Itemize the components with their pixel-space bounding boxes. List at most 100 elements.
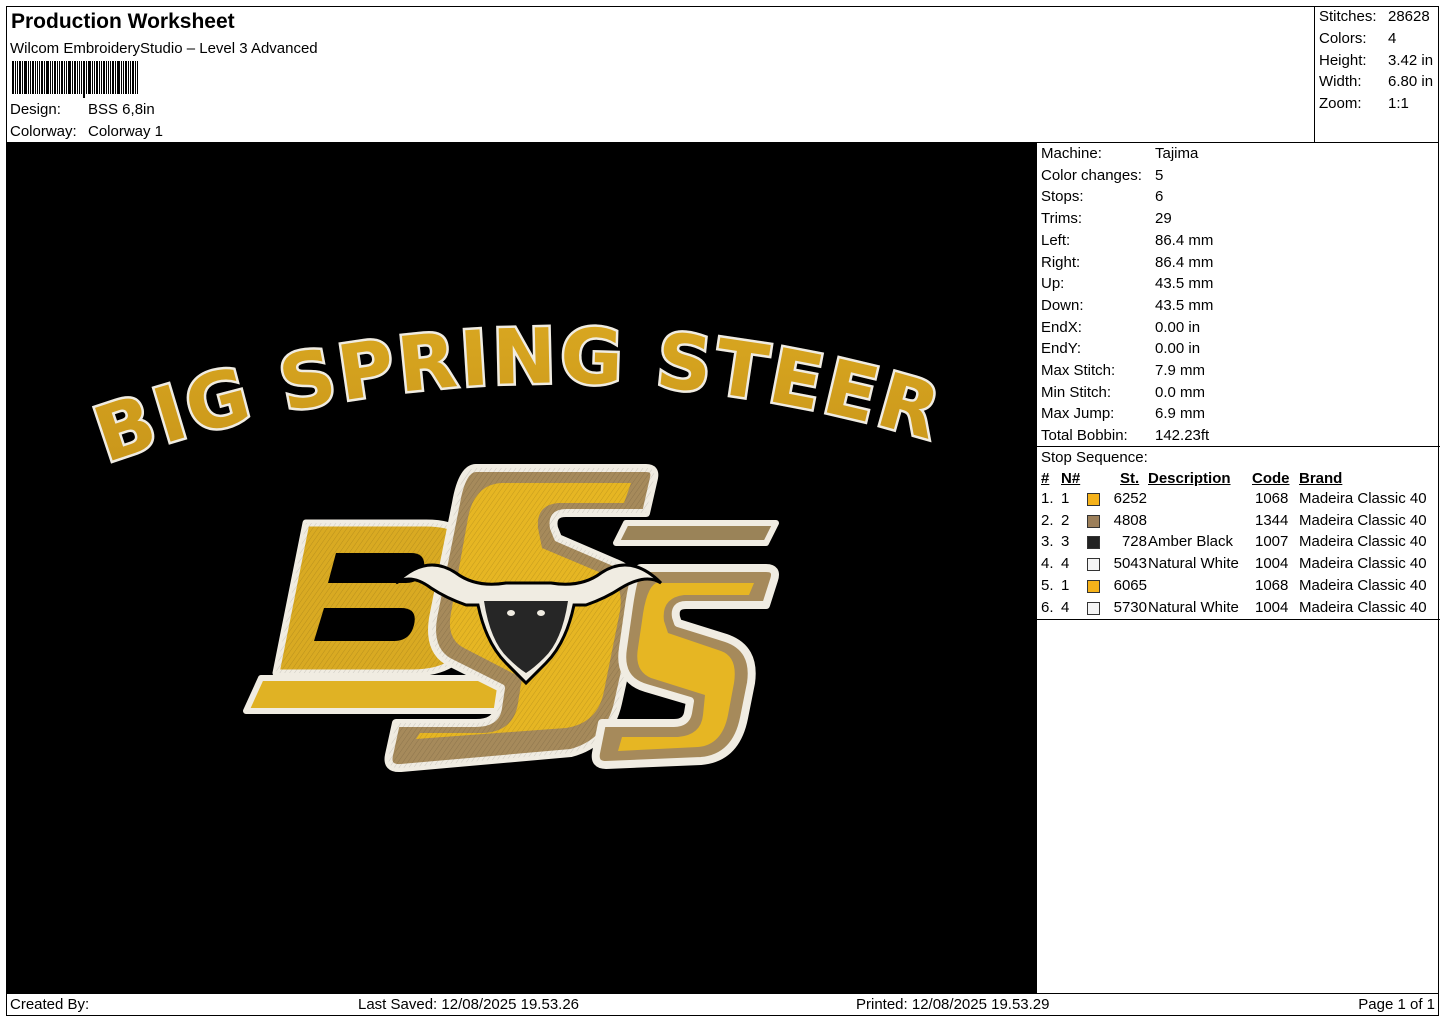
- row-index: 5.: [1041, 576, 1054, 594]
- row-code: 1068: [1255, 490, 1289, 507]
- colorway-value: Colorway 1: [88, 123, 164, 140]
- barcode-bar: [110, 61, 111, 94]
- row-brand: Madeira Classic 40: [1299, 598, 1427, 616]
- barcode-bar: [44, 61, 45, 94]
- row-brand: Madeira Classic 40: [1299, 533, 1427, 551]
- barcode-bar: [54, 61, 56, 94]
- info-value: 5: [1155, 166, 1164, 184]
- machine-info-row: Min Stitch: 0.0 mm: [1041, 384, 1205, 401]
- barcode-bar: [35, 61, 36, 94]
- row-stitches: 6252: [1113, 490, 1147, 507]
- col-header-brand: Brand: [1299, 470, 1343, 487]
- row-stitches: 728: [1121, 533, 1147, 551]
- barcode-bar: [137, 61, 138, 94]
- barcode-bar: [17, 61, 18, 94]
- info-value: 29: [1155, 210, 1172, 228]
- machine-info-row: Down: 43.5 mm: [1041, 297, 1213, 314]
- bss-monogram: [243, 464, 779, 773]
- stat-width: Width: 6.80 in: [1319, 73, 1434, 90]
- info-label: Machine:: [1041, 145, 1102, 162]
- info-value: 0.0 mm: [1155, 383, 1206, 401]
- stop-sequence-row: 2. 2 4808 1344 Madeira Classic 40: [1037, 512, 1440, 534]
- row-needle: 4: [1061, 598, 1070, 616]
- machine-info-row: Max Stitch: 7.9 mm: [1041, 362, 1205, 379]
- info-label: Trims:: [1041, 210, 1083, 228]
- barcode-bar: [19, 61, 21, 94]
- row-code: 1344: [1255, 511, 1289, 529]
- barcode-bar: [94, 61, 95, 94]
- design-label: Design:: [10, 101, 61, 118]
- row-code: 1007: [1255, 533, 1289, 551]
- info-value: 86.4 mm: [1155, 253, 1214, 271]
- info-value: Tajima: [1155, 145, 1199, 162]
- barcode-bar: [132, 61, 134, 94]
- barcode-bar: [88, 61, 91, 94]
- color-swatch: [1087, 579, 1100, 593]
- design-preview: BIG SPRING STEERS: [6, 143, 1036, 993]
- barcode-bar: [37, 61, 38, 94]
- barcode-bar: [52, 61, 53, 94]
- row-stitches: 4808: [1113, 511, 1147, 529]
- info-label: Total Bobbin:: [1041, 427, 1128, 445]
- info-label: EndX:: [1041, 318, 1082, 336]
- stop-sequence-title: Stop Sequence:: [1041, 449, 1148, 466]
- barcode-bar: [32, 61, 34, 94]
- barcode-bar: [15, 61, 16, 94]
- barcode: [12, 61, 202, 99]
- embroidery-design-image: BIG SPRING STEERS: [6, 143, 952, 773]
- barcode-bar: [112, 61, 114, 94]
- stat-zoom: Zoom: 1:1: [1319, 95, 1409, 112]
- design-value: BSS 6,8in: [88, 101, 155, 118]
- info-label: Left:: [1041, 231, 1071, 249]
- row-index: 2.: [1041, 511, 1054, 529]
- info-value: 7.9 mm: [1155, 362, 1206, 379]
- stats-box: Stitches: 28628 Colors: 4 Height: 3.42 in W…: [1314, 6, 1439, 143]
- color-swatch: [1087, 601, 1100, 615]
- barcode-bar: [74, 61, 76, 94]
- info-label: Down:: [1041, 296, 1084, 314]
- row-stitches: 5730: [1113, 598, 1147, 616]
- last-saved: Last Saved: 12/08/2025 19.53.26: [358, 996, 580, 1013]
- row-needle: 1: [1061, 490, 1070, 507]
- row-description: Natural White: [1148, 598, 1239, 616]
- row-stitches: 6065: [1113, 576, 1147, 594]
- row-index: 6.: [1041, 598, 1054, 616]
- row-needle: 3: [1061, 533, 1070, 551]
- row-description: Natural White: [1148, 555, 1239, 573]
- col-header-code: Code: [1252, 470, 1290, 487]
- machine-info-row: Trims: 29: [1041, 210, 1172, 227]
- arc-text: BIG SPRING STEERS: [6, 143, 952, 480]
- row-index: 1.: [1041, 490, 1054, 507]
- barcode-bar: [46, 61, 49, 94]
- machine-info-row: Left: 86.4 mm: [1041, 232, 1213, 249]
- stop-sequence-row: 5. 1 6065 1068 Madeira Classic 40: [1037, 577, 1440, 599]
- info-label: Max Stitch:: [1041, 362, 1116, 379]
- colorway-label: Colorway:: [10, 123, 77, 140]
- machine-info-row: Max Jump: 6.9 mm: [1041, 405, 1205, 422]
- colorway-field: Colorway: Colorway 1: [10, 123, 163, 140]
- stat-height: Height: 3.42 in: [1319, 52, 1434, 69]
- barcode-bar: [12, 61, 14, 94]
- barcode-bar: [121, 61, 122, 94]
- info-value: 0.00 in: [1155, 340, 1201, 358]
- barcode-bar: [108, 61, 109, 94]
- col-header-description: Description: [1148, 470, 1231, 487]
- stop-sequence-row: 4. 4 5043 Natural White 1004 Madeira Classic …: [1037, 555, 1440, 577]
- row-stitches: 5043: [1113, 555, 1147, 573]
- barcode-bar: [125, 61, 127, 94]
- row-brand: Madeira Classic 40: [1299, 576, 1427, 594]
- stop-sequence-row: 3. 3 728 Amber Black 1007 Madeira Classic 40: [1037, 533, 1440, 555]
- barcode-bar: [57, 61, 58, 94]
- barcode-bar: [106, 61, 107, 94]
- info-label: Min Stitch:: [1041, 383, 1112, 401]
- color-swatch: [1087, 558, 1100, 572]
- stop-sequence-row: 1. 1 6252 1068 Madeira Classic 40: [1037, 490, 1440, 512]
- barcode-bar: [99, 61, 100, 94]
- barcode-bar: [83, 61, 85, 98]
- software-name: Wilcom EmbroideryStudio – Level 3 Advanc…: [10, 40, 318, 57]
- info-label: Right:: [1041, 253, 1081, 271]
- stat-colors: Colors: 4: [1319, 30, 1397, 47]
- row-description: Amber Black: [1148, 533, 1234, 551]
- barcode-bar: [30, 61, 31, 94]
- info-value: 142.23ft: [1155, 427, 1210, 445]
